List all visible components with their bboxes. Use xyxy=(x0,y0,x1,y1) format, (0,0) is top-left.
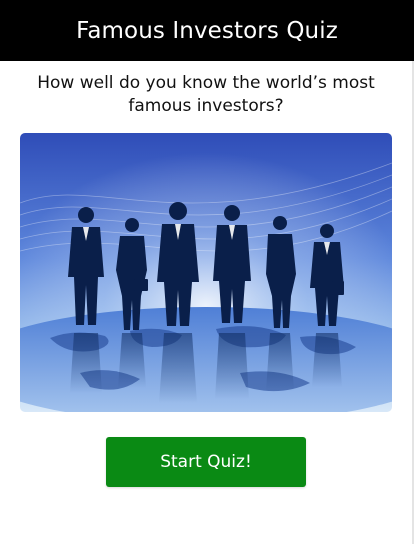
business-team-illustration xyxy=(20,133,392,412)
quiz-subtitle: How well do you know the world’s most fa… xyxy=(37,73,375,116)
quiz-start-screen: Famous Investors Quiz How well do you kn… xyxy=(0,0,414,544)
start-quiz-button[interactable]: Start Quiz! xyxy=(106,437,306,487)
page-title: Famous Investors Quiz xyxy=(76,17,338,44)
app-header: Famous Investors Quiz xyxy=(0,0,414,61)
hero-image xyxy=(20,133,392,412)
